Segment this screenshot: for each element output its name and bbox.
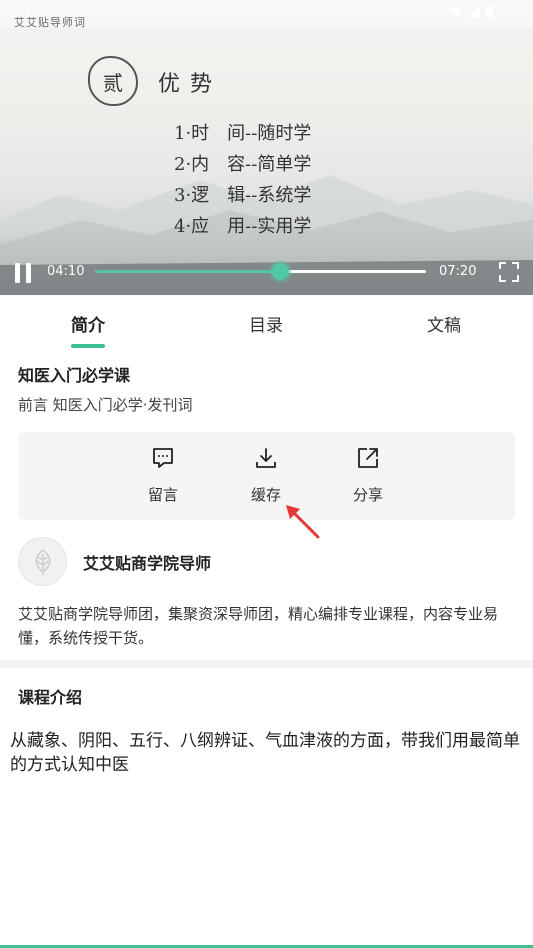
intro-text: 从藏象、阴阳、五行、八纲辨证、气血津液的方面，带我们用最简单的方式认知中医 xyxy=(10,731,520,775)
slide-line: 3·逻 辑--系统学 xyxy=(174,185,312,206)
battery-icon xyxy=(486,6,493,18)
annotation-arrow-icon xyxy=(286,505,320,539)
status-icons xyxy=(450,6,493,18)
active-tab-indicator xyxy=(71,344,105,348)
tab-bar: 简介 目录 文稿 xyxy=(0,295,533,351)
seal-char: 贰 xyxy=(103,70,123,95)
player-controls: 04:10 07:20 xyxy=(0,250,533,295)
slide-heading: 优势 xyxy=(158,72,223,97)
section-divider xyxy=(0,660,533,668)
tab-transcript[interactable]: 文稿 xyxy=(427,311,461,336)
fullscreen-icon[interactable] xyxy=(499,262,519,282)
signal-icon xyxy=(468,6,480,18)
progress-track[interactable] xyxy=(95,263,426,280)
comment-label: 留言 xyxy=(147,486,178,504)
wifi-icon xyxy=(450,8,462,18)
course-subtitle: 前言 知医入门必学·发刊词 xyxy=(18,396,193,414)
seal-badge: 贰 xyxy=(88,56,138,106)
share-label: 分享 xyxy=(352,486,383,504)
teacher-description: 艾艾贴商学院导师团，集聚资深导师团，精心编排专业课程，内容专业易懂，系统传授干货… xyxy=(18,605,499,647)
progress-thumb[interactable] xyxy=(272,263,290,280)
slide-line: 2·内 容--简单学 xyxy=(174,154,312,175)
slide-header: 艾艾贴导师词 xyxy=(14,16,86,29)
comment-icon xyxy=(153,448,173,468)
pause-icon[interactable] xyxy=(14,263,32,283)
tab-intro[interactable]: 简介 xyxy=(71,311,105,336)
video-player[interactable]: 5:11 艾艾贴导师词 贰 优势 1·时 间--随时学 2·内 容--简单学 3… xyxy=(0,0,533,295)
duration-time: 07:20 xyxy=(439,264,477,279)
download-icon xyxy=(256,448,276,468)
action-bar: 留言 缓存 分享 xyxy=(18,432,515,520)
tab-catalog[interactable]: 目录 xyxy=(249,311,283,336)
intro-title: 课程介绍 xyxy=(18,688,83,707)
slide-line: 4·应 用--实用学 xyxy=(174,216,312,237)
slide-list: 1·时 间--随时学 2·内 容--简单学 3·逻 辑--系统学 4·应 用--… xyxy=(174,118,311,242)
course-title: 知医入门必学课 xyxy=(18,366,131,385)
teacher-name[interactable]: 艾艾贴商学院导师 xyxy=(83,550,211,574)
share-button[interactable]: 分享 xyxy=(338,446,398,505)
leaf-icon xyxy=(34,548,51,575)
cache-button[interactable]: 缓存 xyxy=(236,446,296,505)
comment-button[interactable]: 留言 xyxy=(133,446,193,505)
current-time: 04:10 xyxy=(47,264,85,279)
progress-fill xyxy=(95,270,281,273)
share-icon xyxy=(358,448,378,468)
slide-line: 1·时 间--随时学 xyxy=(174,123,312,144)
cache-label: 缓存 xyxy=(250,486,281,504)
avatar[interactable] xyxy=(18,537,67,586)
